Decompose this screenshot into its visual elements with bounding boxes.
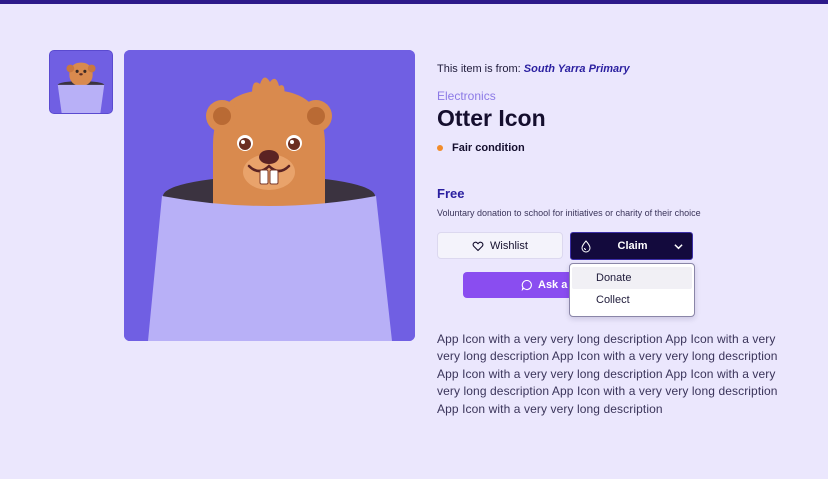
condition-label: Fair condition	[452, 142, 525, 154]
wishlist-label: Wishlist	[490, 239, 528, 252]
condition-dot-icon	[437, 145, 443, 151]
chat-bubble-icon	[521, 279, 532, 291]
thumbnail-image[interactable]	[49, 50, 113, 114]
menu-item-donate[interactable]: Donate	[572, 267, 692, 289]
price-note: Voluntary donation to school for initiat…	[437, 208, 701, 218]
chevron-down-icon	[674, 244, 683, 250]
product-image	[124, 50, 415, 341]
item-price: Free	[437, 186, 465, 201]
heart-icon	[472, 241, 484, 251]
item-title: Otter Icon	[437, 105, 546, 131]
top-accent-bar	[0, 0, 828, 4]
otter-thumbnail-illustration	[50, 51, 112, 113]
school-link[interactable]: South Yarra Primary	[524, 63, 630, 75]
wishlist-button[interactable]: Wishlist	[437, 232, 563, 259]
menu-item-collect[interactable]: Collect	[572, 289, 692, 311]
claim-dropdown-menu: Donate Collect	[569, 263, 695, 317]
item-category[interactable]: Electronics	[437, 89, 496, 103]
item-source: This item is from: South Yarra Primary	[437, 63, 630, 75]
item-description: App Icon with a very very long descripti…	[437, 332, 778, 416]
claim-button[interactable]: Claim	[570, 232, 693, 260]
item-condition: Fair condition	[437, 142, 525, 154]
item-source-prefix: This item is from:	[437, 63, 521, 75]
otter-illustration	[124, 50, 415, 341]
